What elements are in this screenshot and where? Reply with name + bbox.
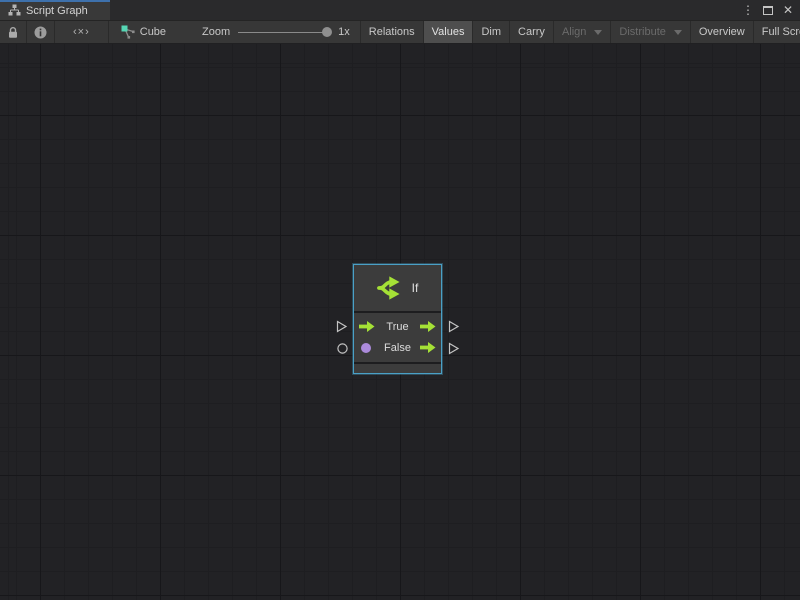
zoom-slider-handle[interactable] [322, 27, 332, 37]
port-row-false: False [354, 337, 441, 358]
node-body[interactable]: If True [353, 264, 442, 374]
close-button[interactable]: ✕ [780, 2, 796, 18]
lock-icon [7, 26, 19, 39]
graph-owner-label: Cube [140, 26, 166, 38]
info-icon [34, 26, 47, 39]
code-view-button[interactable]: ‹×› [55, 21, 109, 43]
dim-button[interactable]: Dim [472, 21, 509, 43]
port-label-false: False [375, 342, 420, 354]
fullscreen-button[interactable]: Full Screen [753, 21, 800, 43]
node-ports: True False [354, 313, 441, 362]
flow-input-port-marker[interactable] [335, 320, 348, 333]
window-controls: ⋮ ✕ [740, 0, 796, 20]
tab-title: Script Graph [26, 5, 88, 17]
lock-button[interactable] [0, 21, 27, 43]
flow-arrow-icon[interactable] [359, 321, 375, 332]
overview-button[interactable]: Overview [690, 21, 753, 43]
graph-owner-button[interactable]: Cube [109, 21, 174, 43]
zoom-label: Zoom [202, 26, 230, 38]
distribute-dropdown[interactable]: Distribute [610, 21, 689, 43]
branch-if-icon [377, 276, 405, 300]
zoom-control: Zoom 1x [192, 21, 360, 43]
graph-hierarchy-icon [8, 4, 21, 19]
tab-bar: Script Graph ⋮ ✕ [0, 0, 800, 20]
flow-arrow-icon[interactable] [420, 342, 436, 353]
node-header[interactable]: If [354, 265, 441, 311]
zoom-value: 1x [338, 26, 350, 38]
if-node[interactable]: If True [353, 264, 442, 374]
graph-node-icon [121, 25, 135, 39]
port-label-true: True [375, 321, 420, 333]
true-output-port-marker[interactable] [447, 320, 460, 333]
condition-input-port-marker[interactable] [336, 342, 349, 355]
script-graph-window: Script Graph ⋮ ✕ ‹×› [0, 0, 800, 600]
chevron-down-icon [594, 30, 602, 35]
port-row-true: True [354, 316, 441, 337]
relations-button[interactable]: Relations [360, 21, 423, 43]
value-circle-icon[interactable] [359, 342, 375, 354]
graph-canvas[interactable]: If True [0, 44, 800, 600]
maximize-button[interactable] [760, 2, 776, 18]
false-output-port-marker[interactable] [447, 342, 460, 355]
info-button[interactable] [27, 21, 55, 43]
zoom-slider[interactable] [238, 32, 330, 33]
align-dropdown[interactable]: Align [553, 21, 610, 43]
graph-toolbar: ‹×› Cube Zoom 1x Relations Values [0, 20, 800, 44]
chevron-down-icon [674, 30, 682, 35]
maximize-icon [763, 6, 773, 15]
tab-script-graph[interactable]: Script Graph [0, 0, 110, 20]
node-title: If [412, 281, 419, 295]
carry-button[interactable]: Carry [509, 21, 553, 43]
toolbar-button-group: Relations Values Dim Carry Align Distrib… [360, 21, 800, 43]
code-icon: ‹×› [73, 26, 90, 38]
node-footer [354, 364, 441, 373]
flow-arrow-icon[interactable] [420, 321, 436, 332]
values-button[interactable]: Values [423, 21, 473, 43]
window-menu-button[interactable]: ⋮ [740, 2, 756, 18]
